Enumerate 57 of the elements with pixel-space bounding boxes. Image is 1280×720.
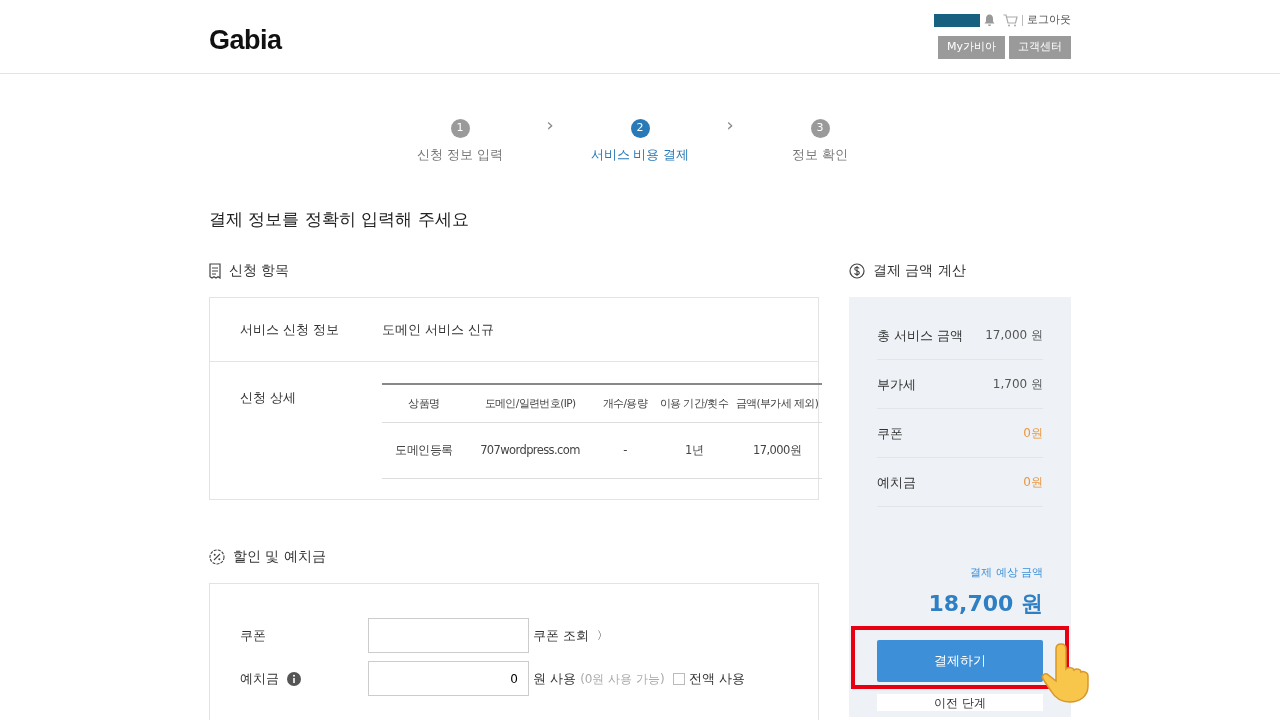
dollar-icon — [849, 262, 865, 279]
summary-value: 1,700 원 — [992, 376, 1043, 394]
info-icon[interactable] — [287, 671, 301, 686]
unit-label: 원 사용 — [533, 670, 577, 688]
logo[interactable]: Gabia — [209, 4, 282, 61]
column-header: 도메인/일련번호(IP) — [483, 395, 577, 411]
coupon-field[interactable] — [368, 618, 529, 654]
summary-value: 17,000 원 — [985, 327, 1043, 345]
checkbox-label: 전액 사용 — [688, 670, 745, 688]
checkbox[interactable] — [672, 672, 685, 685]
discount-icon — [209, 548, 225, 565]
table-cell-text: 17,000원 — [751, 442, 802, 460]
step-tab[interactable]: 서비스 비용 결제 — [580, 146, 700, 165]
column-header: 금액(부가세 제외) — [734, 395, 820, 411]
header-button[interactable]: 고객센터 — [1009, 36, 1071, 59]
summary-label: 총 서비스 금액 — [877, 326, 964, 345]
table-cell-text: 1년 — [683, 442, 705, 460]
summary-value: 0원 — [1023, 474, 1043, 492]
pay-button[interactable]: 결제하기 — [877, 640, 1043, 682]
redaction-bar — [934, 13, 980, 27]
previous-step-button[interactable]: 이전 단계 — [877, 694, 1043, 711]
column-header: 이용 기간/횟수 — [658, 395, 730, 411]
field-label: 예치금 — [240, 670, 279, 688]
receipt-icon — [209, 262, 221, 279]
field-value: 도메인 서비스 신규 — [382, 321, 495, 339]
summary-label: 부가세 — [877, 375, 916, 394]
step-number: 1 — [450, 119, 470, 138]
step-number: 3 — [810, 119, 830, 138]
step-number: 2 — [630, 119, 650, 138]
summary-label: 쿠폰 — [877, 424, 903, 443]
logout-link[interactable]: 로그아웃 — [1027, 11, 1071, 29]
bell-icon[interactable] — [984, 14, 995, 26]
table-cell-text: 707wordpress.com — [479, 442, 581, 460]
section-title: 할인 및 예치금 — [233, 547, 326, 567]
section-title: 신청 항목 — [229, 261, 290, 281]
section-title: 결제 금액 계산 — [873, 261, 966, 281]
header-button[interactable]: My가비아 — [938, 36, 1005, 59]
column-header: 상품명 — [407, 395, 441, 411]
table-cell-text: 도메인등록 — [394, 442, 454, 460]
step-tab[interactable]: 정보 확인 — [760, 146, 880, 165]
chevron-icon: › — [700, 111, 760, 138]
cart-icon[interactable] — [1003, 13, 1018, 27]
summary-value: 0원 — [1023, 425, 1043, 443]
field-label: 쿠폰 — [240, 627, 267, 645]
page-title: 결제 정보를 정확히 입력해 주세요 — [209, 207, 470, 231]
summary-label: 예치금 — [877, 473, 916, 492]
available-note: (0원 사용 가능) — [580, 670, 665, 688]
field-label: 신청 상세 — [240, 389, 298, 408]
table-cell-text: - — [622, 442, 628, 460]
deposit-field[interactable]: 0 — [368, 661, 529, 697]
coupon-lookup-link[interactable]: 쿠폰 조회 〉 — [533, 626, 609, 646]
estimate-amount: 18,700 원 — [927, 590, 1043, 618]
field-label: 서비스 신청 정보 — [240, 321, 341, 339]
step-tab[interactable]: 신청 정보 입력 — [400, 146, 520, 165]
column-header: 개수/용량 — [601, 395, 649, 411]
chevron-icon: › — [520, 111, 580, 138]
estimate-label: 결제 예상 금액 — [969, 565, 1043, 581]
